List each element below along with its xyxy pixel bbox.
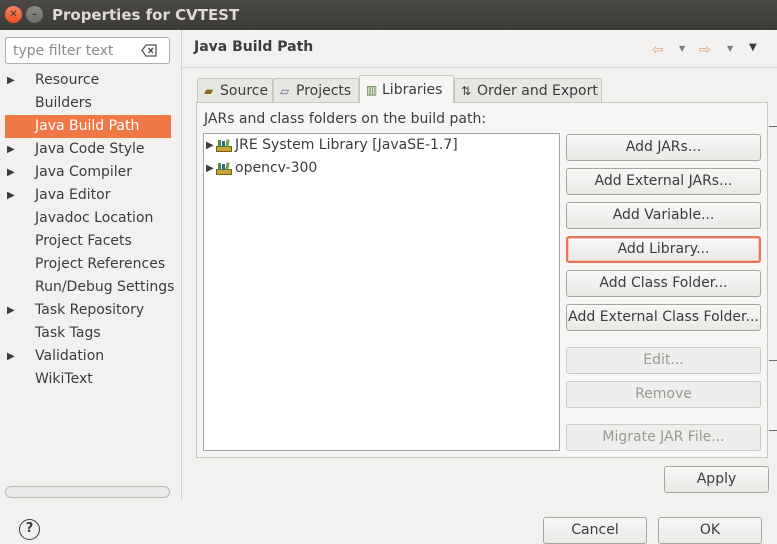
nav-item-wikitext[interactable]: WikiText bbox=[0, 368, 175, 391]
nav-horizontal-scrollbar[interactable] bbox=[5, 486, 170, 498]
tree-row-label: JRE System Library [JavaSE-1.7] bbox=[235, 137, 458, 153]
expand-arrow-icon[interactable]: ▶ bbox=[7, 184, 15, 207]
forward-arrow-icon[interactable]: ⇨ bbox=[699, 42, 711, 58]
nav-item-java-compiler[interactable]: ▶ Java Compiler bbox=[0, 161, 175, 184]
tree-row-jre-system-library[interactable]: ▶ JRE System Library [JavaSE-1.7] bbox=[204, 134, 559, 157]
expand-arrow-icon[interactable]: ▶ bbox=[206, 157, 214, 180]
filter-box bbox=[5, 37, 170, 64]
nav-item-label: Builders bbox=[35, 95, 92, 111]
nav-item-label: Java Editor bbox=[35, 187, 111, 203]
nav-item-java-editor[interactable]: ▶ Java Editor bbox=[0, 184, 175, 207]
nav-item-builders[interactable]: Builders bbox=[0, 92, 175, 115]
source-folder-icon: ▰ bbox=[204, 84, 214, 98]
nav-item-project-facets[interactable]: Project Facets bbox=[0, 230, 175, 253]
expand-arrow-icon[interactable]: ▶ bbox=[7, 345, 15, 368]
expand-arrow-icon[interactable]: ▶ bbox=[7, 138, 15, 161]
filter-input[interactable] bbox=[13, 42, 133, 59]
nav-item-label: Validation bbox=[35, 348, 105, 364]
preferences-nav: ▶ Resource Builders Java Build Path ▶ Ja… bbox=[0, 69, 175, 391]
window-title: Properties for CVTEST bbox=[52, 6, 240, 24]
projects-folder-icon: ▱ bbox=[280, 84, 290, 98]
nav-item-task-repository[interactable]: ▶ Task Repository bbox=[0, 299, 175, 322]
tree-row-label: opencv-300 bbox=[235, 160, 318, 176]
add-variable-button[interactable]: Add Variable... bbox=[566, 202, 761, 229]
nav-item-label: Javadoc Location bbox=[35, 210, 154, 226]
add-external-jars-button[interactable]: Add External JARs... bbox=[566, 168, 761, 195]
add-class-folder-button[interactable]: Add Class Folder... bbox=[566, 270, 761, 297]
add-jars-button[interactable]: Add JARs... bbox=[566, 134, 761, 161]
add-external-class-folder-button[interactable]: Add External Class Folder... bbox=[566, 304, 761, 331]
nav-item-label: Task Tags bbox=[35, 325, 101, 341]
nav-item-label: Java Code Style bbox=[35, 141, 145, 157]
edge-divider bbox=[769, 430, 777, 431]
tab-order-and-export[interactable]: ⇅ Order and Export bbox=[454, 78, 602, 103]
expand-arrow-icon[interactable]: ▶ bbox=[206, 134, 214, 157]
nav-item-java-build-path[interactable]: Java Build Path bbox=[5, 115, 171, 138]
nav-item-java-code-style[interactable]: ▶ Java Code Style bbox=[0, 138, 175, 161]
remove-button[interactable]: Remove bbox=[566, 381, 761, 408]
migrate-jar-file-button[interactable]: Migrate JAR File... bbox=[566, 424, 761, 451]
ok-button[interactable]: OK bbox=[658, 517, 762, 544]
nav-item-label: Java Compiler bbox=[35, 164, 133, 180]
order-export-icon: ⇅ bbox=[461, 84, 472, 98]
title-bar: ✕ – Properties for CVTEST bbox=[0, 0, 777, 30]
library-icon bbox=[216, 139, 232, 152]
expand-arrow-icon[interactable]: ▶ bbox=[7, 161, 15, 184]
forward-dropdown-icon[interactable]: ▼ bbox=[727, 44, 733, 53]
edit-button[interactable]: Edit... bbox=[566, 347, 761, 374]
nav-item-label: Run/Debug Settings bbox=[35, 279, 175, 295]
nav-item-run-debug-settings[interactable]: Run/Debug Settings bbox=[0, 276, 175, 299]
help-icon[interactable]: ? bbox=[19, 519, 40, 540]
add-library-button[interactable]: Add Library... bbox=[566, 236, 761, 263]
minimize-window-button[interactable]: – bbox=[26, 6, 43, 23]
nav-item-label: Project Facets bbox=[35, 233, 132, 249]
pane-divider[interactable] bbox=[181, 30, 182, 500]
edge-divider bbox=[769, 126, 777, 127]
edge-divider bbox=[769, 360, 777, 361]
libraries-label: JARs and class folders on the build path… bbox=[204, 111, 487, 127]
cancel-button[interactable]: Cancel bbox=[543, 517, 647, 544]
nav-item-label: Task Repository bbox=[35, 302, 145, 318]
tree-row-opencv-300[interactable]: ▶ opencv-300 bbox=[204, 157, 559, 180]
expand-arrow-icon[interactable]: ▶ bbox=[7, 299, 15, 322]
nav-item-javadoc-location[interactable]: Javadoc Location bbox=[0, 207, 175, 230]
back-dropdown-icon[interactable]: ▼ bbox=[679, 44, 685, 53]
libraries-tree[interactable]: ▶ JRE System Library [JavaSE-1.7] ▶ open… bbox=[203, 133, 560, 451]
libraries-icon: ▥ bbox=[366, 83, 378, 97]
tab-source[interactable]: ▰ Source bbox=[197, 78, 273, 103]
nav-item-label: Java Build Path bbox=[35, 118, 140, 134]
back-arrow-icon[interactable]: ⇦ bbox=[652, 42, 664, 58]
nav-item-label: Project References bbox=[35, 256, 166, 272]
tab-libraries[interactable]: ▥ Libraries bbox=[359, 75, 454, 103]
page-header: Java Build Path ⇦ ▼ ⇨ ▼ ▼ bbox=[182, 30, 777, 68]
view-menu-icon[interactable]: ▼ bbox=[749, 42, 757, 53]
library-icon bbox=[216, 162, 232, 175]
apply-button[interactable]: Apply bbox=[664, 466, 769, 493]
page-title: Java Build Path bbox=[194, 39, 314, 55]
nav-item-task-tags[interactable]: Task Tags bbox=[0, 322, 175, 345]
nav-item-label: WikiText bbox=[35, 371, 93, 387]
nav-item-resource[interactable]: ▶ Resource bbox=[0, 69, 175, 92]
nav-item-validation[interactable]: ▶ Validation bbox=[0, 345, 175, 368]
nav-item-label: Resource bbox=[35, 72, 100, 88]
close-window-button[interactable]: ✕ bbox=[5, 6, 22, 23]
nav-item-project-references[interactable]: Project References bbox=[0, 253, 175, 276]
expand-arrow-icon[interactable]: ▶ bbox=[7, 69, 15, 92]
clear-filter-icon[interactable] bbox=[141, 44, 157, 57]
tab-projects[interactable]: ▱ Projects bbox=[273, 78, 359, 103]
